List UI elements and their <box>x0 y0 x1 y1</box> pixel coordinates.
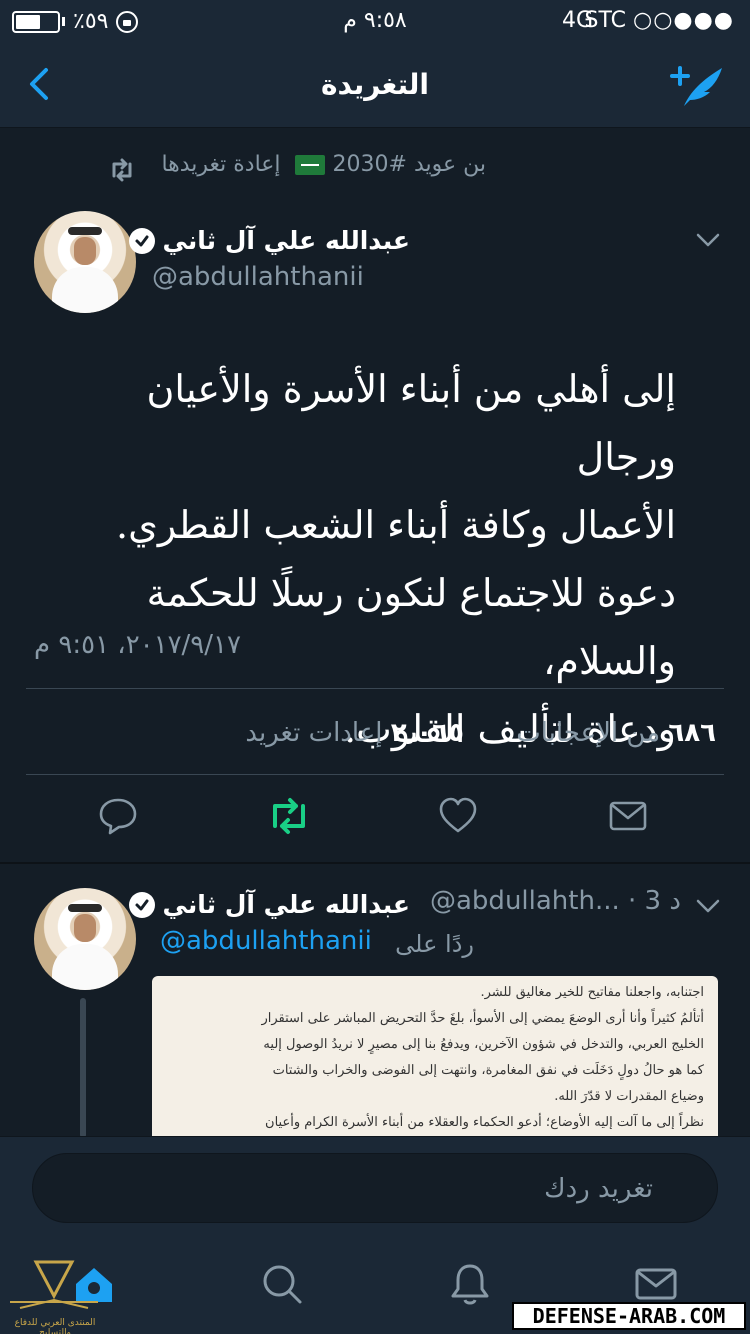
media-text-line: الخليج العربي، والتدخل في شؤون الآخرين، … <box>263 1037 704 1052</box>
section-separator <box>0 862 750 864</box>
chevron-down-icon[interactable] <box>696 232 720 248</box>
reply-composer: تغريد ردك <box>0 1136 750 1244</box>
navigation-bar: التغريدة <box>0 40 750 128</box>
author-name: عبدالله علي آل ثاني <box>162 226 410 255</box>
thread-line <box>80 998 86 1138</box>
author-name-row[interactable]: عبدالله علي آل ثاني <box>128 226 410 255</box>
reply-author-avatar[interactable] <box>34 888 136 990</box>
reply-author-name: عبدالله علي آل ثاني <box>162 890 410 919</box>
notifications-icon[interactable] <box>448 1262 492 1306</box>
site-watermark: DEFENSE-ARAB.COM <box>512 1302 746 1330</box>
forum-name-watermark: المنتدى العربي للدفاع والتسليح <box>14 1318 96 1334</box>
tweet-text: إلى أهلي من أبناء الأسرة والأعيان ورجال … <box>116 367 676 751</box>
status-bar: ٪٥٩ ٩:٥٨ م 4G STC ○○●●● <box>0 0 750 40</box>
reply-placeholder: تغريد ردك <box>544 1174 653 1204</box>
messages-icon[interactable] <box>634 1262 678 1306</box>
retweets-count: ٢٫٠٦٥ <box>390 718 464 748</box>
divider <box>26 688 724 689</box>
reply-author-handle[interactable]: @abdullahth... · 3 د <box>430 886 681 916</box>
signal-strength: ○○●●● <box>633 8 734 33</box>
media-text-line: أتألمُ كثيراً وأنا أرى الوضعَ يمضي إلى ا… <box>261 1011 704 1026</box>
carrier: STC ○○●●● <box>585 8 734 33</box>
media-text-line: اجتنابه، واجعلنا مفاتيح للخير مغاليق للش… <box>480 985 704 1000</box>
likes-stat-wrap: ٦٨٦ من الإعجابات <box>516 718 716 748</box>
chevron-down-icon[interactable] <box>696 898 720 914</box>
replying-to-label: ردًا على <box>395 930 474 958</box>
search-icon[interactable] <box>260 1262 304 1306</box>
retweeted-label: إعادة تغريدها <box>161 152 281 177</box>
share-dm-icon[interactable] <box>608 796 648 836</box>
reply-media-image[interactable]: اجتنابه، واجعلنا مفاتيح للخير مغاليق للش… <box>152 976 718 1136</box>
like-icon[interactable] <box>438 796 478 836</box>
retweets-stat[interactable]: ٢٫٠٦٥ إعادات تغريد <box>245 718 464 748</box>
author-handle[interactable]: @abdullahthanii <box>152 262 364 292</box>
media-text-line: نظراً إلى ما آلت إليه الأوضاع؛ أدعو الحك… <box>265 1115 704 1130</box>
media-text-line: كما هو حالُ دولٍ دَخَلَت في نفق المغامرة… <box>272 1063 704 1078</box>
retweet-context[interactable]: بن عويد #2030 إعادة تغريدها <box>161 152 486 177</box>
verified-badge-icon <box>128 227 155 254</box>
divider <box>26 774 724 775</box>
reply-input[interactable]: تغريد ردك <box>32 1153 718 1223</box>
media-text-line: وضياع المقدرات لا قدّرَ الله. <box>554 1089 704 1104</box>
reply-icon[interactable] <box>98 796 138 836</box>
likes-label: من الإعجابات <box>516 718 661 748</box>
likes-count: ٦٨٦ <box>668 718 716 748</box>
retweets-label: إعادات تغريد <box>245 718 383 748</box>
tweet-actions <box>0 796 750 842</box>
author-avatar[interactable] <box>34 211 136 313</box>
tweet-stats: ٢٫٠٦٥ إعادات تغريد <box>245 718 464 748</box>
tweet-timestamp: ٢٠١٧/٩/١٧، ٩:٥١ م <box>34 630 241 660</box>
likes-stat[interactable]: ٦٨٦ من الإعجابات <box>516 718 716 748</box>
carrier-name: STC <box>584 8 627 33</box>
retweeter-name: بن عويد #2030 <box>332 152 486 177</box>
verified-badge-icon <box>128 891 155 918</box>
reply-author-name-row[interactable]: عبدالله علي آل ثاني <box>128 890 410 919</box>
replying-to-handle[interactable]: @abdullahthanii <box>160 926 372 956</box>
compose-tweet-icon[interactable] <box>670 62 728 110</box>
saudi-flag-icon <box>294 154 325 175</box>
retweet-icon[interactable] <box>266 796 312 836</box>
retweet-context-icon <box>112 158 132 182</box>
page-title: التغريدة <box>321 68 429 101</box>
